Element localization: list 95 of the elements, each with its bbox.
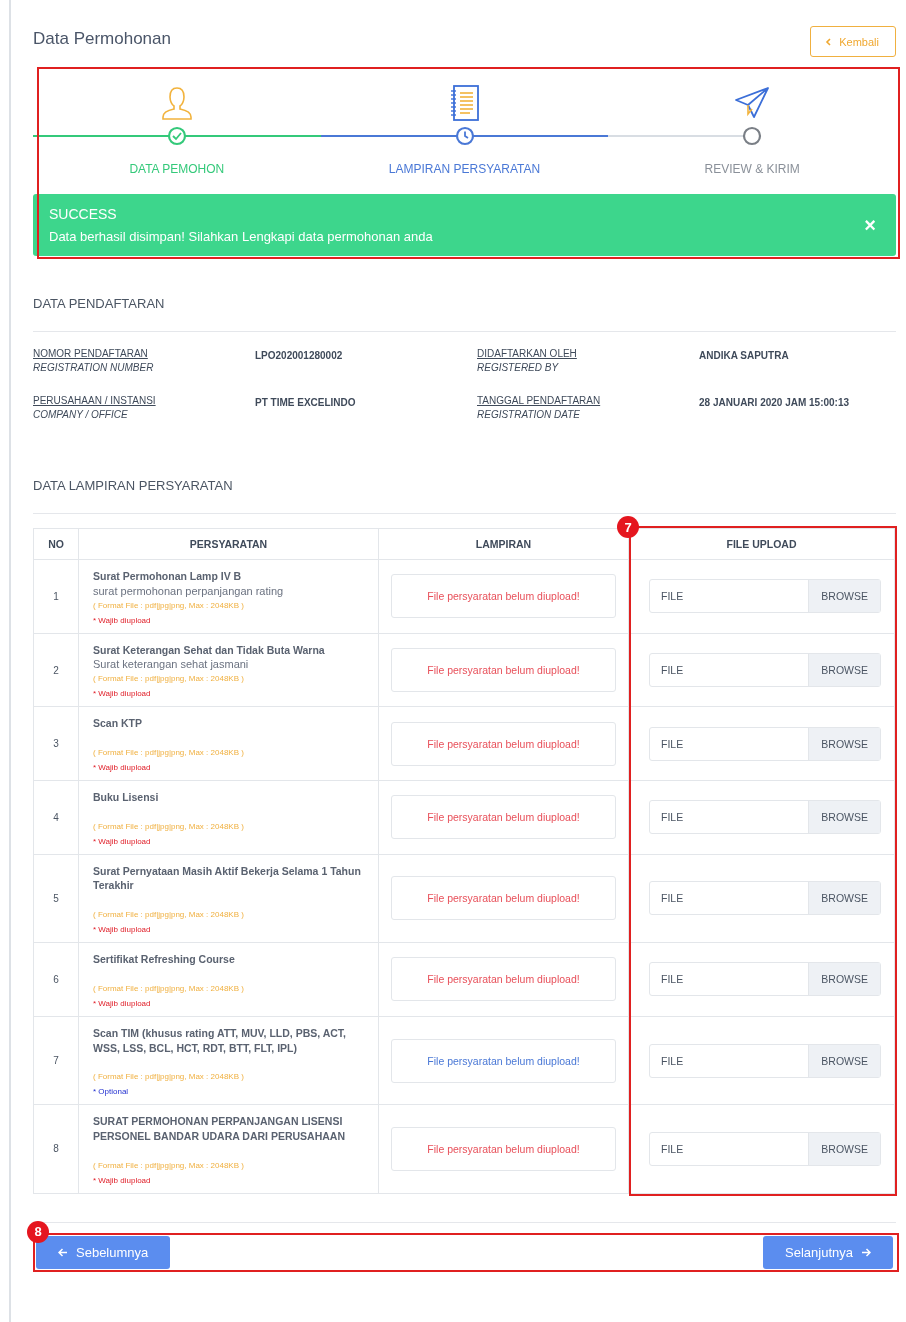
file-placeholder: FILE bbox=[660, 810, 685, 826]
table-cell: 2 bbox=[33, 633, 79, 707]
field-value: ANDIKA SAPUTRA bbox=[699, 350, 790, 361]
requirement-note: * Wajib diupload bbox=[93, 615, 152, 625]
table-cell: 6 bbox=[33, 942, 79, 1017]
field-sublabel: REGISTERED BY bbox=[477, 362, 560, 373]
paper-plane-icon bbox=[734, 86, 771, 120]
step-label: DATA PEMOHON bbox=[129, 162, 225, 176]
browse-button[interactable]: BROWSE bbox=[808, 654, 880, 687]
attachment-status: File persyaratan belum diupload! bbox=[391, 648, 616, 693]
browse-button[interactable]: BROWSE bbox=[808, 1044, 880, 1077]
browse-button[interactable]: BROWSE bbox=[808, 727, 880, 760]
table-cell: 4 bbox=[33, 780, 79, 855]
table-cell: 8 bbox=[33, 1104, 79, 1194]
field-value: LPO202001280002 bbox=[255, 350, 344, 361]
browse-button[interactable]: BROWSE bbox=[808, 963, 880, 996]
alert-title: SUCCESS bbox=[49, 206, 118, 222]
requirement-note: * Wajib diupload bbox=[93, 1175, 152, 1185]
requirement-note: * Wajib diupload bbox=[93, 925, 152, 935]
format-note: ( Format File : pdf|jpg|png, Max : 2048KB ) bbox=[93, 674, 245, 684]
format-note: ( Format File : pdf|jpg|png, Max : 2048KB ) bbox=[93, 1072, 245, 1082]
field-value: 28 JANUARI 2020 JAM 15:00:13 bbox=[699, 397, 851, 408]
arrow-right-icon bbox=[861, 1247, 871, 1257]
file-input[interactable]: FILE BROWSE bbox=[649, 726, 881, 761]
file-placeholder: FILE bbox=[660, 972, 685, 988]
requirement-name: Sertifikat Refreshing Course bbox=[93, 952, 236, 967]
table-cell: 3 bbox=[33, 706, 79, 781]
requirement-name: SURAT PERMOHONAN PERPANJANGAN LISENSI PERSONEL BANDAR UDARA DARI PERUSAHAAN bbox=[93, 1114, 346, 1144]
annotation-badge: 8 bbox=[27, 1220, 49, 1243]
page-title: Data Permohonan bbox=[33, 29, 171, 49]
step-label: LAMPIRAN PERSYARATAN bbox=[388, 162, 541, 176]
arrow-left-icon bbox=[58, 1247, 68, 1257]
field-sublabel: REGISTRATION DATE bbox=[477, 409, 581, 420]
requirement-name: Buku Lisensi bbox=[93, 790, 160, 805]
field-label: TANGGAL PENDAFTARAN bbox=[477, 395, 602, 406]
requirement-name: Surat Pernyataan Masih Aktif Bekerja Selama 1 Tahun Terakhir bbox=[93, 863, 362, 894]
file-placeholder: FILE bbox=[660, 663, 685, 679]
file-input[interactable]: FILE BROWSE bbox=[649, 881, 881, 916]
notebook-icon bbox=[449, 85, 480, 121]
attachment-status: File persyaratan belum diupload! bbox=[391, 574, 616, 619]
requirement-note: * Wajib diupload bbox=[93, 763, 152, 773]
browse-button[interactable]: BROWSE bbox=[808, 1132, 880, 1165]
file-input[interactable]: FILE BROWSE bbox=[649, 1043, 881, 1078]
field-label: NOMOR PENDAFTARAN bbox=[33, 348, 149, 359]
field-sublabel: COMPANY / OFFICE bbox=[33, 409, 129, 420]
attachment-status: File persyaratan belum diupload! bbox=[391, 1126, 616, 1171]
field-label: DIDAFTARKAN OLEH bbox=[477, 348, 578, 359]
file-placeholder: FILE bbox=[660, 589, 685, 605]
requirement-name: Scan KTP bbox=[93, 716, 143, 732]
field-sublabel: REGISTRATION NUMBER bbox=[33, 362, 155, 373]
requirement-name: Surat Keterangan Sehat dan Tidak Buta Warna bbox=[93, 642, 326, 658]
attachment-status: File persyaratan belum diupload! bbox=[391, 795, 616, 840]
requirement-note: * Wajib diupload bbox=[93, 998, 152, 1008]
attachment-status: File persyaratan belum diupload! bbox=[391, 721, 616, 766]
alert-message: Data berhasil disimpan! Silahkan Lengkapi data permohonan anda bbox=[49, 229, 433, 244]
requirement-note: * Optional bbox=[93, 1087, 130, 1097]
file-input[interactable]: FILE BROWSE bbox=[649, 962, 881, 997]
browse-button[interactable]: BROWSE bbox=[808, 882, 880, 915]
requirement-note: * Wajib diupload bbox=[93, 836, 152, 846]
file-placeholder: FILE bbox=[660, 891, 685, 907]
format-note: ( Format File : pdf|jpg|png, Max : 2048KB ) bbox=[93, 1160, 245, 1170]
attachment-status: File persyaratan belum diupload! bbox=[391, 1038, 616, 1083]
requirement-description: Surat keterangan sehat jasmani bbox=[93, 658, 250, 671]
table-cell: 7 bbox=[33, 1016, 79, 1105]
file-input[interactable]: FILE BROWSE bbox=[649, 1131, 881, 1166]
format-note: ( Format File : pdf|jpg|png, Max : 2048KB ) bbox=[93, 910, 245, 920]
attachment-status: File persyaratan belum diupload! bbox=[391, 876, 616, 921]
chevron-left-icon bbox=[825, 38, 832, 46]
section-title: DATA LAMPIRAN PERSYARATAN bbox=[33, 478, 234, 493]
format-note: ( Format File : pdf|jpg|png, Max : 2048KB ) bbox=[93, 821, 245, 831]
file-input[interactable]: FILE BROWSE bbox=[649, 653, 881, 688]
annotation-badge: 7 bbox=[617, 516, 639, 538]
requirement-note: * Wajib diupload bbox=[93, 689, 152, 699]
table-cell: 1 bbox=[33, 559, 79, 634]
file-placeholder: FILE bbox=[660, 1053, 685, 1069]
section-title: DATA PENDAFTARAN bbox=[33, 296, 166, 311]
column-header: NO bbox=[33, 528, 79, 560]
file-input[interactable]: FILE BROWSE bbox=[649, 800, 881, 835]
browse-button[interactable]: BROWSE bbox=[808, 580, 880, 613]
field-label: PERUSAHAAN / INSTANSI bbox=[33, 395, 157, 406]
requirement-name: Scan TIM (khusus rating ATT, MUV, LLD, PBS, ACT, WSS, LSS, BCL, HCT, RDT, BTT, FLT, IPL) bbox=[93, 1025, 347, 1056]
table-cell: 5 bbox=[33, 854, 79, 943]
browse-button[interactable]: BROWSE bbox=[808, 801, 880, 834]
file-placeholder: FILE bbox=[660, 1141, 685, 1157]
attachment-status: File persyaratan belum diupload! bbox=[391, 957, 616, 1002]
format-note: ( Format File : pdf|jpg|png, Max : 2048KB ) bbox=[93, 600, 245, 610]
format-note: ( Format File : pdf|jpg|png, Max : 2048KB ) bbox=[93, 983, 245, 993]
requirement-name: Surat Permohonan Lamp IV B bbox=[93, 569, 243, 584]
file-input[interactable]: FILE BROWSE bbox=[649, 579, 881, 614]
step-label: REVIEW & KIRIM bbox=[704, 162, 800, 176]
requirement-description: surat permohonan perpanjangan rating bbox=[93, 584, 285, 597]
file-placeholder: FILE bbox=[660, 736, 685, 752]
format-note: ( Format File : pdf|jpg|png, Max : 2048KB ) bbox=[93, 748, 245, 758]
field-value: PT TIME EXCELINDO bbox=[255, 397, 357, 408]
column-header: PERSYARATAN bbox=[78, 528, 379, 560]
